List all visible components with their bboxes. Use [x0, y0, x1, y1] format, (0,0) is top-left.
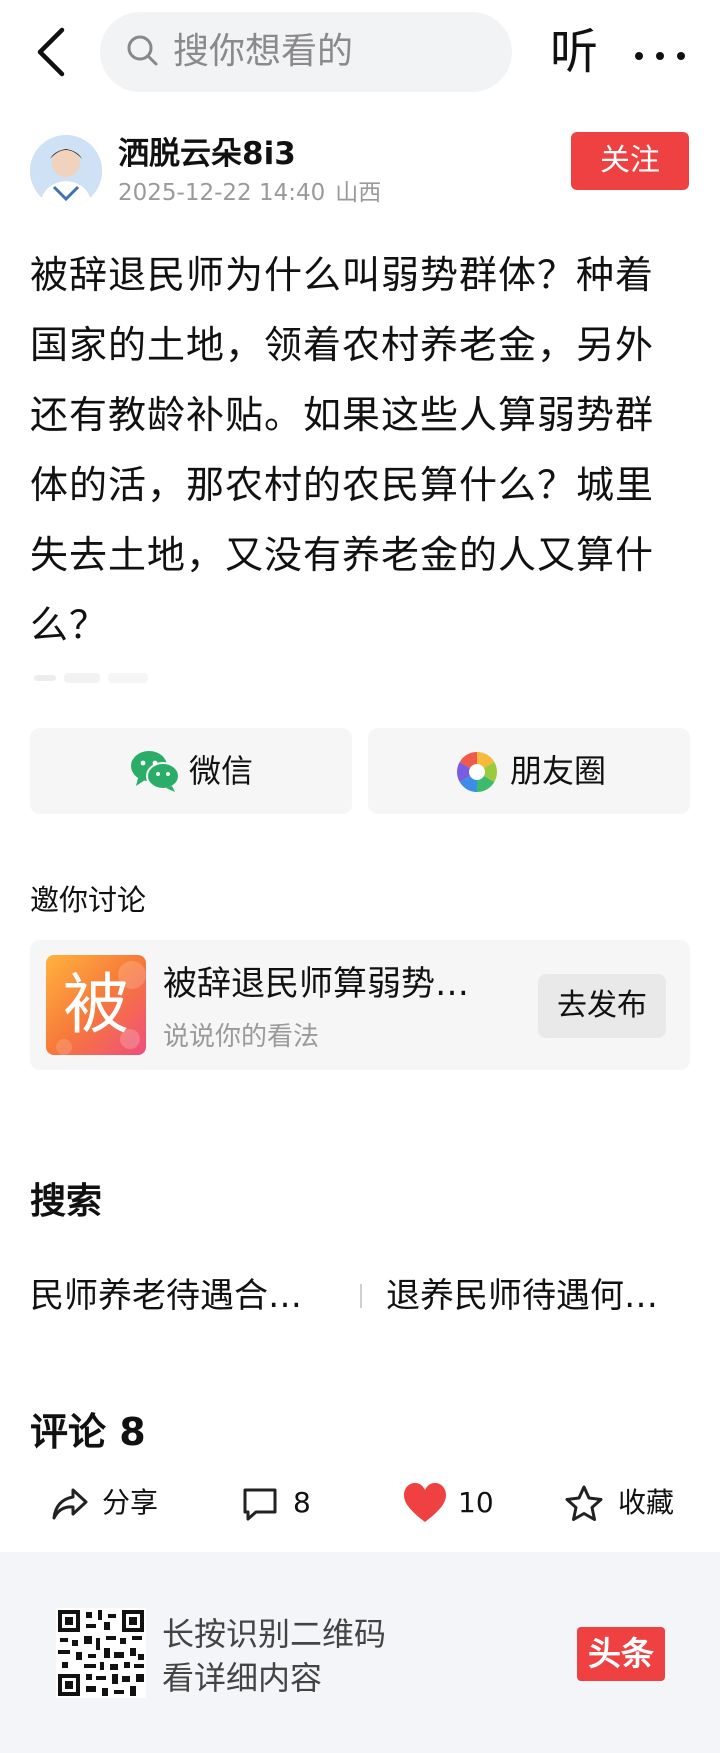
- topic-thumbnail-char: 被: [63, 966, 129, 1043]
- follow-button[interactable]: 关注: [571, 132, 689, 190]
- star-icon[interactable]: [564, 1484, 604, 1524]
- toutiao-logo: 头条: [577, 1627, 665, 1681]
- search-suggestion[interactable]: 民师养老待遇合…: [30, 1272, 302, 1320]
- comments-title: 评论 8: [30, 1410, 146, 1454]
- topic-title[interactable]: 被辞退民师算弱势…: [163, 961, 469, 1007]
- post-date: 2025-12-22 14:40: [118, 180, 326, 206]
- topic-subtitle: 说说你的看法: [163, 1022, 320, 1052]
- more-icon[interactable]: [634, 46, 686, 60]
- search-suggestion[interactable]: 退养民师待遇何…: [386, 1272, 658, 1320]
- qr-code: [56, 1608, 146, 1698]
- share-moments-label: 朋友圈: [510, 752, 607, 790]
- search-section-title: 搜索: [30, 1181, 103, 1222]
- share-icon[interactable]: [50, 1484, 90, 1524]
- publish-button[interactable]: 去发布: [538, 974, 666, 1038]
- comment-count[interactable]: 8: [293, 1482, 311, 1524]
- share-label[interactable]: 分享: [102, 1482, 158, 1524]
- banner-text-line2: 看详细内容: [162, 1659, 323, 1697]
- wechat-icon: [130, 750, 180, 792]
- search-input[interactable]: 搜你想看的: [173, 26, 353, 78]
- post-meta: 2025-12-22 14:40 山西: [118, 177, 381, 209]
- like-count[interactable]: 10: [458, 1482, 494, 1524]
- post-location: 山西: [335, 180, 382, 206]
- divider: [360, 1284, 362, 1308]
- moments-icon: [457, 752, 497, 792]
- banner-text-line1: 长按识别二维码: [162, 1615, 387, 1653]
- share-wechat-label: 微信: [189, 752, 254, 790]
- comment-icon[interactable]: [240, 1484, 280, 1524]
- heart-icon[interactable]: [402, 1482, 448, 1524]
- back-arrow-icon[interactable]: [30, 26, 74, 78]
- search-icon: [125, 33, 161, 69]
- listen-button[interactable]: 听: [550, 20, 598, 84]
- favorite-label[interactable]: 收藏: [618, 1482, 674, 1524]
- author-name[interactable]: 洒脱云朵8i3: [118, 134, 296, 174]
- faded-text-remnant: [34, 670, 154, 686]
- post-body: 被辞退民师为什么叫弱势群体？种着国家的土地，领着农村养老金，另外还有教龄补贴。如…: [30, 253, 655, 647]
- invite-discussion-title: 邀你讨论: [30, 883, 147, 917]
- avatar[interactable]: [30, 135, 102, 207]
